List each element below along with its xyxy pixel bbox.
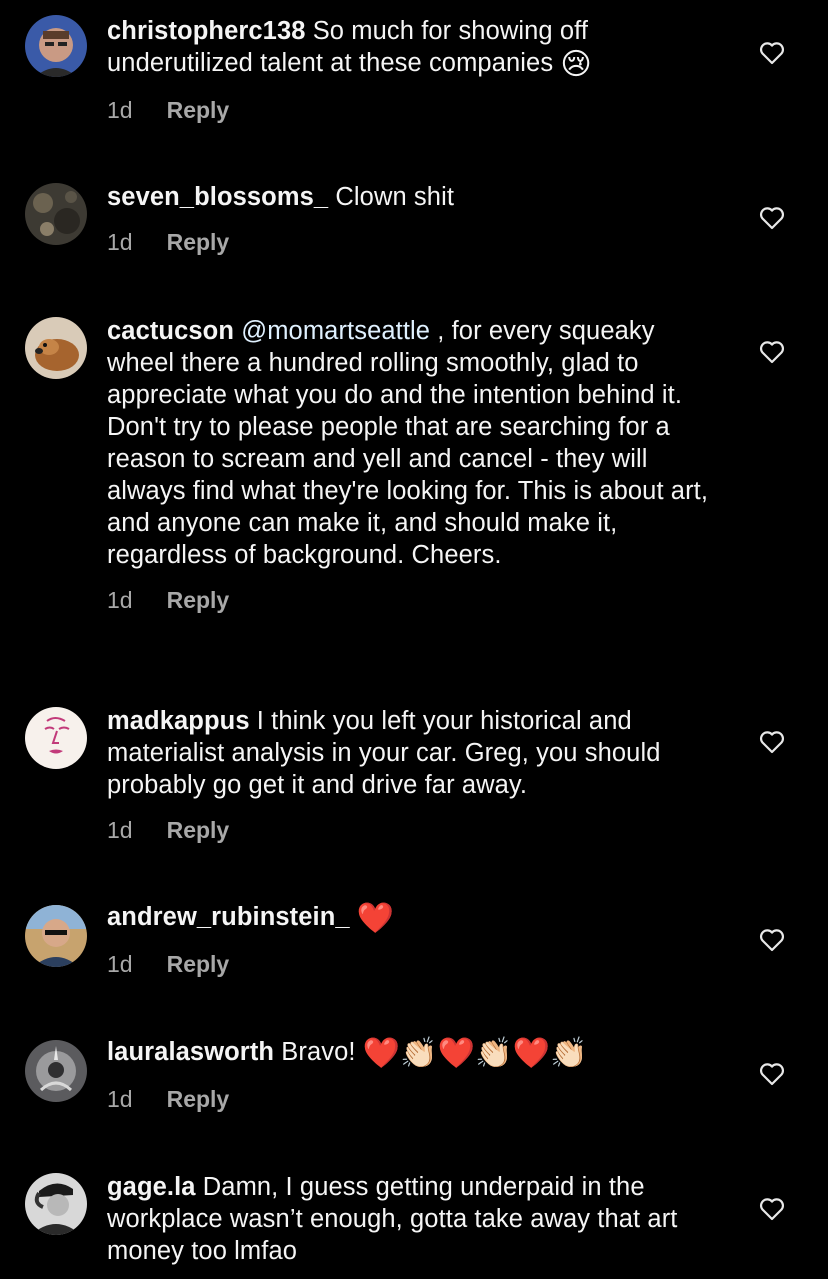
comment-body: gage.la Damn, I guess getting underpaid … <box>107 1171 727 1267</box>
comment-timestamp: 1d <box>107 817 133 843</box>
red-heart-emoji: ❤️ <box>356 902 395 935</box>
red-heart-emoji: ❤️ <box>437 1037 476 1070</box>
comment-text-block: seven_blossoms_ Clown shit <box>107 181 727 213</box>
comment-meta: 1d Reply <box>107 227 727 257</box>
avatar[interactable] <box>25 905 87 967</box>
comment-timestamp: 1d <box>107 1086 133 1112</box>
red-heart-emoji: ❤️ <box>362 1037 401 1070</box>
clapping-hands-emoji: 👏🏻 <box>400 1037 438 1070</box>
reply-button[interactable]: Reply <box>167 227 230 257</box>
reply-button[interactable]: Reply <box>167 95 230 125</box>
comment-username[interactable]: lauralasworth <box>107 1038 274 1066</box>
comment-text: , for every squeaky wheel there a hundre… <box>107 317 709 569</box>
heart-outline-icon[interactable] <box>759 340 785 364</box>
comment-meta: 1d Reply <box>107 949 727 979</box>
comment-text-block: christopherc138 So much for showing off … <box>107 15 727 81</box>
comment-text: Bravo! <box>281 1038 356 1066</box>
heart-outline-icon[interactable] <box>759 928 785 952</box>
comment-body: andrew_rubinstein_ ❤️ 1d Reply <box>107 901 727 979</box>
comment-username[interactable]: andrew_rubinstein_ <box>107 903 350 931</box>
red-heart-emoji: ❤️ <box>512 1037 551 1070</box>
heart-outline-icon[interactable] <box>759 41 785 65</box>
comment-text-block: andrew_rubinstein_ ❤️ <box>107 901 727 935</box>
comment-username[interactable]: madkappus <box>107 707 250 735</box>
comment-username[interactable]: gage.la <box>107 1173 196 1201</box>
reply-button[interactable]: Reply <box>167 585 230 615</box>
comment-body: seven_blossoms_ Clown shit 1d Reply <box>107 181 727 257</box>
comment-meta: 1d Reply <box>107 815 727 845</box>
heart-outline-icon[interactable] <box>759 730 785 754</box>
comment-meta: 1d Reply <box>107 95 727 125</box>
comment-text-block: lauralasworth Bravo! ❤️👏🏻❤️👏🏻❤️👏🏻 <box>107 1036 727 1070</box>
comment-timestamp: 1d <box>107 97 133 123</box>
comment-body: cactucson @momartseattle , for every squ… <box>107 315 727 615</box>
comment-username[interactable]: cactucson <box>107 317 234 345</box>
comment-text-block: gage.la Damn, I guess getting underpaid … <box>107 1171 727 1267</box>
comment-timestamp: 1d <box>107 587 133 613</box>
comment-body: madkappus I think you left your historic… <box>107 705 727 845</box>
mention-link[interactable]: @momartseattle <box>241 317 430 345</box>
clapping-hands-emoji: 👏🏻 <box>475 1037 513 1070</box>
avatar[interactable] <box>25 317 87 379</box>
comment-username[interactable]: christopherc138 <box>107 17 306 45</box>
comment-text-block: madkappus I think you left your historic… <box>107 705 727 801</box>
crying-face-emoji: 😢 <box>560 48 592 81</box>
comment-meta: 1d Reply <box>107 585 727 615</box>
reply-button[interactable]: Reply <box>167 815 230 845</box>
comment-timestamp: 1d <box>107 951 133 977</box>
comment-text-block: cactucson @momartseattle , for every squ… <box>107 315 727 571</box>
clapping-hands-emoji: 👏🏻 <box>550 1037 588 1070</box>
heart-outline-icon[interactable] <box>759 1197 785 1221</box>
heart-outline-icon[interactable] <box>759 1062 785 1086</box>
avatar[interactable] <box>25 183 87 245</box>
avatar[interactable] <box>25 1173 87 1235</box>
comment-timestamp: 1d <box>107 229 133 255</box>
comment-body: lauralasworth Bravo! ❤️👏🏻❤️👏🏻❤️👏🏻 1d Rep… <box>107 1036 727 1114</box>
comment-text: Clown shit <box>335 183 455 211</box>
reply-button[interactable]: Reply <box>167 949 230 979</box>
avatar[interactable] <box>25 15 87 77</box>
comment-meta: 1d Reply <box>107 1084 727 1114</box>
reply-button[interactable]: Reply <box>167 1084 230 1114</box>
avatar[interactable] <box>25 707 87 769</box>
avatar[interactable] <box>25 1040 87 1102</box>
comment-username[interactable]: seven_blossoms_ <box>107 183 328 211</box>
heart-outline-icon[interactable] <box>759 206 785 230</box>
comment-body: christopherc138 So much for showing off … <box>107 15 727 125</box>
